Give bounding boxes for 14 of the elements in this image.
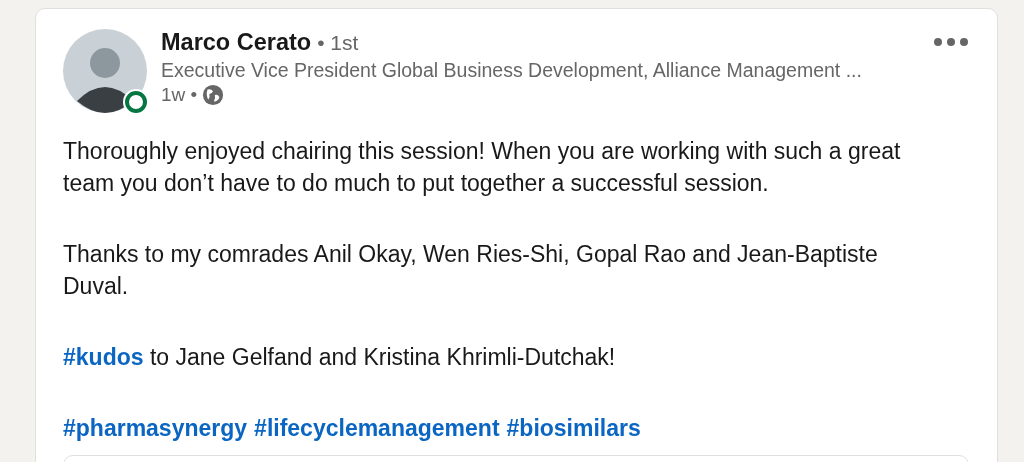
post-text: Thanks to my comrades Anil Okay, Wen Ries-Shi, Gopal Rao and Jean-Baptiste Duval.: [63, 240, 879, 301]
hashtag-link[interactable]: #biosimilars: [506, 412, 641, 444]
avatar-silhouette[interactable]: [63, 29, 147, 113]
post-text: #kudos to Jane Gelfand and Kristina Khrimli-Dutchak!: [63, 343, 617, 372]
hashtag-link[interactable]: #lifecyclemanagement: [254, 412, 500, 444]
globe-icon: [202, 84, 225, 106]
more-options-icon[interactable]: [933, 37, 969, 47]
post-text: Thoroughly enjoyed chairing this session! When you are working with such a great team you don’t have to do much to put together a successful session.: [63, 137, 902, 198]
hashtag-link[interactable]: #pharmasynergy: [63, 412, 248, 444]
post-age: 1w •: [161, 84, 198, 106]
author-name[interactable]: Marco Cerato: [161, 29, 312, 56]
hashtag-link[interactable]: #kudos: [63, 344, 144, 370]
connection-degree: • 1st: [317, 31, 359, 55]
author-headline: Executive Vice President Global Business Development, Alliance Management ...: [161, 59, 863, 82]
